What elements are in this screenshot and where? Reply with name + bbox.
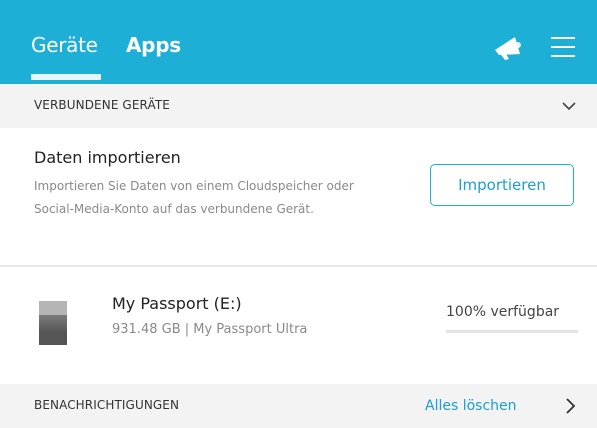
import-description: Importieren Sie Daten von einem Cloudspe… xyxy=(34,179,354,216)
app-header: Geräte Apps xyxy=(0,0,597,84)
chevron-right-icon[interactable] xyxy=(564,397,576,415)
import-title: Daten importieren xyxy=(34,148,181,167)
tab-devices[interactable]: Geräte xyxy=(31,33,98,57)
active-tab-indicator xyxy=(31,74,101,80)
chevron-down-icon[interactable] xyxy=(561,100,577,112)
tab-apps[interactable]: Apps xyxy=(126,33,181,57)
import-button[interactable]: Importieren xyxy=(430,164,574,206)
drive-name: My Passport (E:) xyxy=(112,294,242,313)
availability-bar xyxy=(446,330,578,333)
notifications-header[interactable]: BENACHRICHTIGUNGEN Alles löschen xyxy=(0,384,597,428)
connected-devices-header[interactable]: VERBUNDENE GERÄTE xyxy=(0,84,597,128)
availability-bar-fill xyxy=(446,330,578,333)
external-drive-icon xyxy=(39,301,67,345)
connected-devices-label: VERBUNDENE GERÄTE xyxy=(34,98,170,112)
menu-icon[interactable] xyxy=(551,36,575,58)
divider xyxy=(0,265,597,267)
clear-all-link[interactable]: Alles löschen xyxy=(425,398,517,414)
drive-details: 931.48 GB | My Passport Ultra xyxy=(112,322,308,337)
drive-availability: 100% verfügbar xyxy=(446,304,560,320)
megaphone-icon[interactable] xyxy=(491,33,525,61)
notifications-label: BENACHRICHTIGUNGEN xyxy=(34,398,180,412)
